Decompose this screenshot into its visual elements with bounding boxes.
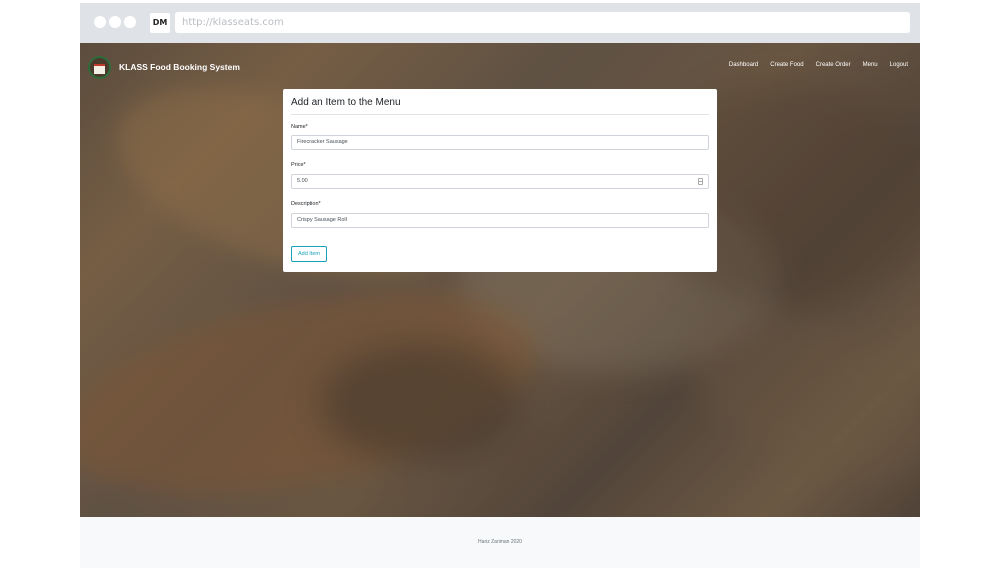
nav-link-create-food[interactable]: Create Food [770, 62, 803, 68]
footer-credit: Hariz Zariman 2020 [478, 539, 522, 545]
price-label: Price* [291, 162, 306, 168]
price-input[interactable]: 5.00 [291, 174, 709, 189]
form-title: Add an Item to the Menu [291, 97, 401, 108]
name-input[interactable]: Firecracker Sausage [291, 135, 709, 150]
browser-toolbar: DM http://klasseats.com [80, 3, 920, 43]
window-maximize-dot[interactable] [124, 16, 136, 28]
page-footer: Hariz Zariman 2020 [80, 517, 920, 568]
nav-link-logout[interactable]: Logout [890, 62, 908, 68]
description-label: Description* [291, 201, 321, 207]
add-item-button[interactable]: Add Item [291, 246, 327, 262]
price-value: 5.00 [297, 178, 308, 184]
address-bar[interactable]: http://klasseats.com [175, 12, 910, 33]
navbar-links: Dashboard Create Food Create Order Menu … [717, 62, 908, 68]
hero-background: KLASS Food Booking System Dashboard Crea… [80, 43, 920, 517]
brand-logo-icon [88, 55, 111, 79]
form-divider [291, 114, 709, 115]
add-item-form-card: Add an Item to the Menu Name* Firecracke… [283, 89, 717, 272]
navbar-brand[interactable]: KLASS Food Booking System [88, 52, 240, 82]
description-input[interactable]: Crispy Sausage Roll [291, 213, 709, 228]
browser-badge: DM [150, 13, 170, 33]
nav-link-create-order[interactable]: Create Order [816, 62, 851, 68]
nav-link-menu[interactable]: Menu [863, 62, 878, 68]
window-minimize-dot[interactable] [109, 16, 121, 28]
name-label: Name* [291, 124, 308, 130]
brand-title: KLASS Food Booking System [119, 62, 240, 72]
price-stepper-icon[interactable] [698, 178, 703, 185]
window-close-dot[interactable] [94, 16, 106, 28]
browser-window: DM http://klasseats.com KLASS Food Booki… [80, 3, 920, 568]
nav-link-dashboard[interactable]: Dashboard [729, 62, 758, 68]
